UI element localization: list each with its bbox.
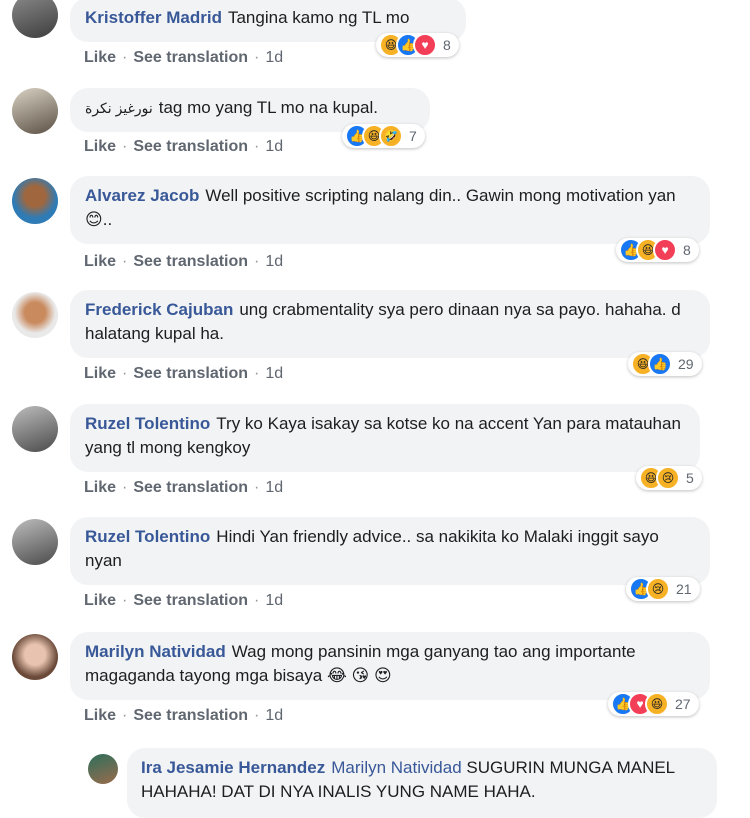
haha-icon: 😆 — [645, 692, 669, 716]
comment-bubble: Frederick Cajuban ung crabmentality sya p… — [70, 290, 710, 358]
like-button[interactable]: Like — [84, 49, 116, 66]
avatar[interactable] — [12, 292, 58, 338]
like-button[interactable]: Like — [84, 479, 116, 496]
reaction-summary[interactable]: 😆 👍 29 — [628, 352, 702, 376]
comment-author[interactable]: Kristoffer Madrid — [85, 8, 222, 27]
comment-author[interactable]: Ruzel Tolentino — [85, 527, 210, 546]
comment-actions: Like · See translation · 1d — [84, 479, 283, 497]
comment-actions: Like · See translation · 1d — [84, 253, 283, 271]
separator: · — [254, 365, 260, 382]
reaction-summary[interactable]: 👍 😢 21 — [626, 577, 700, 601]
comment-timestamp[interactable]: 1d — [265, 365, 283, 382]
comment-bubble: Ira Jesamie Hernandez Marilyn Natividad S… — [127, 748, 717, 818]
like-button[interactable]: Like — [84, 253, 116, 270]
comment-actions: Like · See translation · 1d — [84, 49, 283, 67]
separator: · — [122, 253, 128, 270]
comment-author[interactable]: Ira Jesamie Hernandez — [141, 758, 325, 777]
reaction-count: 8 — [443, 37, 451, 53]
separator: · — [122, 592, 128, 609]
comment-timestamp[interactable]: 1d — [265, 592, 283, 609]
avatar[interactable] — [12, 406, 58, 452]
avatar[interactable] — [12, 88, 58, 134]
reaction-count: 7 — [409, 128, 417, 144]
separator: · — [254, 592, 260, 609]
comment-timestamp[interactable]: 1d — [265, 138, 283, 155]
see-translation-link[interactable]: See translation — [133, 253, 248, 270]
comment-actions: Like · See translation · 1d — [84, 707, 283, 725]
see-translation-link[interactable]: See translation — [133, 138, 248, 155]
reaction-summary[interactable]: 😆 👍 ♥ 8 — [376, 33, 459, 57]
avatar[interactable] — [88, 754, 118, 784]
reaction-summary[interactable]: 😆 😢 5 — [636, 466, 702, 490]
comment-bubble: Ruzel Tolentino Hindi Yan friendly advice… — [70, 517, 710, 585]
reaction-count: 21 — [676, 581, 692, 597]
see-translation-link[interactable]: See translation — [133, 479, 248, 496]
avatar[interactable] — [12, 0, 58, 38]
like-button[interactable]: Like — [84, 365, 116, 382]
separator: · — [122, 365, 128, 382]
comment-timestamp[interactable]: 1d — [265, 49, 283, 66]
separator: · — [254, 707, 260, 724]
comment-actions: Like · See translation · 1d — [84, 592, 283, 610]
see-translation-link[interactable]: See translation — [133, 592, 248, 609]
reaction-count: 27 — [675, 696, 691, 712]
separator: · — [254, 49, 260, 66]
comment-actions: Like · See translation · 1d — [84, 365, 283, 383]
avatar[interactable] — [12, 634, 58, 680]
comment-timestamp[interactable]: 1d — [265, 707, 283, 724]
comment-author[interactable]: Frederick Cajuban — [85, 300, 233, 319]
love-icon: ♥ — [653, 238, 677, 262]
reaction-summary[interactable]: 👍 😆 🤣 7 — [342, 124, 425, 148]
wow-icon: 🤣 — [379, 124, 403, 148]
like-icon: 👍 — [648, 352, 672, 376]
like-button[interactable]: Like — [84, 138, 116, 155]
sad-icon: 😢 — [646, 577, 670, 601]
reaction-summary[interactable]: 👍 😆 ♥ 8 — [616, 238, 699, 262]
reaction-summary[interactable]: 👍 ♥ 😆 27 — [608, 692, 699, 716]
sad-icon: 😢 — [656, 466, 680, 490]
like-button[interactable]: Like — [84, 707, 116, 724]
separator: · — [254, 253, 260, 270]
separator: · — [254, 479, 260, 496]
reaction-count: 29 — [678, 356, 694, 372]
comment-author[interactable]: Ruzel Tolentino — [85, 414, 210, 433]
comment-timestamp[interactable]: 1d — [265, 479, 283, 496]
like-button[interactable]: Like — [84, 592, 116, 609]
separator: · — [122, 138, 128, 155]
see-translation-link[interactable]: See translation — [133, 707, 248, 724]
comment-text: tag mo yang TL mo na kupal. — [158, 98, 378, 117]
comment-timestamp[interactable]: 1d — [265, 253, 283, 270]
comment-author[interactable]: نورغيز نكرة — [85, 100, 153, 116]
comment-author[interactable]: Alvarez Jacob — [85, 186, 199, 205]
separator: · — [122, 707, 128, 724]
separator: · — [254, 138, 260, 155]
separator: · — [122, 49, 128, 66]
avatar[interactable] — [12, 178, 58, 224]
see-translation-link[interactable]: See translation — [133, 365, 248, 382]
reaction-count: 8 — [683, 242, 691, 258]
see-translation-link[interactable]: See translation — [133, 49, 248, 66]
avatar[interactable] — [12, 519, 58, 565]
comment-bubble: Ruzel Tolentino Try ko Kaya isakay sa kot… — [70, 404, 700, 472]
mention-link[interactable]: Marilyn Natividad — [331, 758, 461, 777]
comment-bubble: Alvarez Jacob Well positive scripting nal… — [70, 176, 710, 244]
reaction-count: 5 — [686, 470, 694, 486]
love-icon: ♥ — [413, 33, 437, 57]
comment-author[interactable]: Marilyn Natividad — [85, 642, 226, 661]
comment-bubble: Marilyn Natividad Wag mong pansinin mga g… — [70, 632, 710, 700]
comment-text: Tangina kamo ng TL mo — [227, 8, 410, 27]
comment-actions: Like · See translation · 1d — [84, 138, 283, 156]
separator: · — [122, 479, 128, 496]
